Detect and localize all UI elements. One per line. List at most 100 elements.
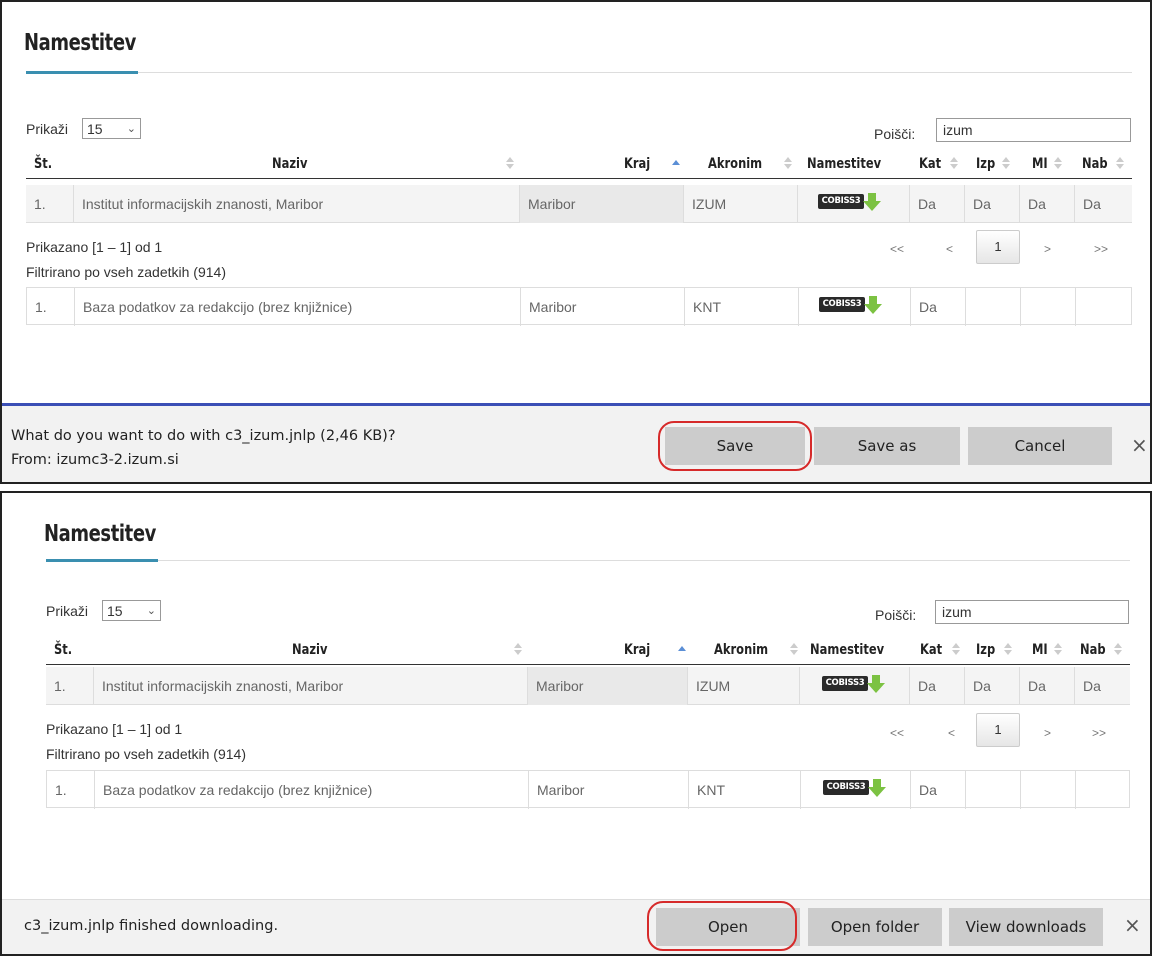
close-icon[interactable]: × [1124, 913, 1141, 937]
sort-icon[interactable] [784, 157, 792, 171]
pager-current-page[interactable]: 1 [976, 230, 1020, 264]
page-size-label: Prikaži [26, 121, 69, 137]
close-icon[interactable]: × [1131, 433, 1148, 457]
pager-current-page[interactable]: 1 [976, 713, 1020, 747]
search-label: Poišči: [874, 126, 916, 142]
sort-icon[interactable] [1054, 643, 1062, 657]
cobiss3-download-icon[interactable]: COBISS3 [819, 296, 883, 314]
cobiss3-download-icon[interactable]: COBISS3 [823, 779, 887, 797]
page-size-select[interactable]: 15 ⌄ [102, 600, 161, 621]
column-header-number[interactable]: Št. [54, 635, 72, 665]
column-header-mi[interactable]: MI [1032, 149, 1048, 179]
column-header-naziv[interactable]: Naziv [292, 635, 327, 665]
pager-last[interactable]: >> [1094, 242, 1108, 256]
cell-nab: Da [1083, 196, 1101, 212]
sort-icon[interactable] [1114, 643, 1122, 657]
column-header-kat[interactable]: Kat [919, 149, 941, 179]
column-header-kat[interactable]: Kat [920, 635, 942, 665]
cell-mi [1021, 771, 1076, 809]
pager-next[interactable]: > [1044, 242, 1051, 256]
column-header-akronim[interactable]: Akronim [708, 149, 762, 179]
cobiss3-download-icon[interactable]: COBISS3 [818, 193, 882, 211]
cell-nab [1076, 771, 1131, 809]
highlight-ring [658, 421, 812, 471]
sort-asc-icon[interactable] [672, 157, 680, 171]
cell-acronym: KNT [685, 288, 799, 326]
sort-icon[interactable] [1054, 157, 1062, 171]
pager-prev[interactable]: < [948, 726, 955, 740]
column-header-kraj[interactable]: Kraj [624, 149, 650, 179]
table-row[interactable]: 1. Institut informacijskih znanosti, Mar… [46, 667, 1130, 705]
save-as-button[interactable]: Save as [814, 427, 960, 465]
page-title: Namestitev [24, 30, 136, 56]
sort-icon[interactable] [952, 643, 960, 657]
cobiss3-badge-label: COBISS3 [818, 194, 864, 209]
page-title: Namestitev [44, 521, 156, 547]
cell-nab: Da [1083, 678, 1101, 694]
sort-icon[interactable] [950, 157, 958, 171]
pager-prev[interactable]: < [946, 242, 953, 256]
cell-mi: Da [1020, 667, 1075, 705]
cell-install[interactable]: COBISS3 [800, 667, 910, 705]
sort-icon[interactable] [1002, 157, 1010, 171]
download-complete-bar: c3_izum.jnlp finished downloading. Open … [2, 899, 1150, 954]
column-header-kraj[interactable]: Kraj [624, 635, 650, 665]
view-downloads-button[interactable]: View downloads [949, 908, 1103, 946]
page-size-value: 15 [107, 602, 123, 619]
cell-install[interactable]: COBISS3 [799, 288, 911, 326]
column-header-namestitev[interactable]: Namestitev [807, 149, 881, 179]
sort-icon[interactable] [1004, 643, 1012, 657]
cell-mi [1021, 288, 1076, 326]
search-label: Poišči: [875, 607, 917, 623]
page-size-select[interactable]: 15 ⌄ [82, 118, 141, 139]
cell-kat: Da [910, 667, 965, 705]
cell-city: Maribor [528, 667, 688, 705]
column-header-nab[interactable]: Nab [1082, 149, 1108, 179]
cancel-button[interactable]: Cancel [968, 427, 1112, 465]
page-size-label: Prikaži [46, 603, 89, 619]
table-row[interactable]: 1. Baza podatkov za redakcijo (brez knji… [46, 770, 1131, 809]
column-header-izp[interactable]: Izp [976, 635, 995, 665]
column-header-number[interactable]: Št. [34, 149, 52, 179]
pager-first[interactable]: << [890, 242, 904, 256]
cell-acronym: IZUM [684, 185, 798, 223]
screenshot-panel-open: Namestitev Prikaži 15 ⌄ Poišči: Št. Nazi… [0, 491, 1152, 956]
cell-install[interactable]: COBISS3 [801, 771, 911, 809]
cell-kat: Da [911, 288, 966, 326]
cell-number: 1. [27, 288, 75, 326]
cell-number: 1. [46, 667, 94, 705]
pager-last[interactable]: >> [1092, 726, 1106, 740]
column-header-mi[interactable]: MI [1032, 635, 1048, 665]
sort-asc-icon[interactable] [678, 643, 686, 657]
sort-icon[interactable] [1116, 157, 1124, 171]
column-header-akronim[interactable]: Akronim [714, 635, 768, 665]
sort-icon[interactable] [506, 157, 514, 171]
column-header-namestitev[interactable]: Namestitev [810, 635, 884, 665]
download-question: What do you want to do with c3_izum.jnlp… [11, 428, 396, 444]
sort-icon[interactable] [514, 643, 522, 657]
table-info-shown: Prikazano [1 – 1] od 1 [46, 721, 183, 737]
download-arrow-icon [868, 779, 886, 797]
open-folder-button[interactable]: Open folder [808, 908, 942, 946]
cell-kat: Da [911, 771, 966, 809]
cell-install[interactable]: COBISS3 [798, 185, 910, 223]
cell-acronym: IZUM [688, 667, 800, 705]
column-header-nab[interactable]: Nab [1080, 635, 1106, 665]
pager-first[interactable]: << [890, 726, 904, 740]
column-header-naziv[interactable]: Naziv [272, 149, 307, 179]
search-input[interactable] [935, 600, 1129, 624]
download-arrow-icon [863, 193, 881, 211]
chevron-down-icon: ⌄ [126, 123, 136, 135]
cell-number: 1. [26, 185, 74, 223]
table-row[interactable]: 1. Baza podatkov za redakcijo (brez knji… [26, 287, 1132, 326]
cell-izp [966, 771, 1021, 809]
cell-acronym: KNT [689, 771, 801, 809]
sort-icon[interactable] [790, 643, 798, 657]
table-row[interactable]: 1. Institut informacijskih znanosti, Mar… [26, 185, 1132, 223]
column-header-izp[interactable]: Izp [976, 149, 995, 179]
table-header: Št. Naziv Kraj Akronim Namestitev Kat Iz… [46, 635, 1130, 665]
pager-next[interactable]: > [1044, 726, 1051, 740]
search-input[interactable] [936, 118, 1131, 142]
cobiss3-download-icon[interactable]: COBISS3 [822, 675, 886, 693]
table-info-shown: Prikazano [1 – 1] od 1 [26, 239, 163, 255]
